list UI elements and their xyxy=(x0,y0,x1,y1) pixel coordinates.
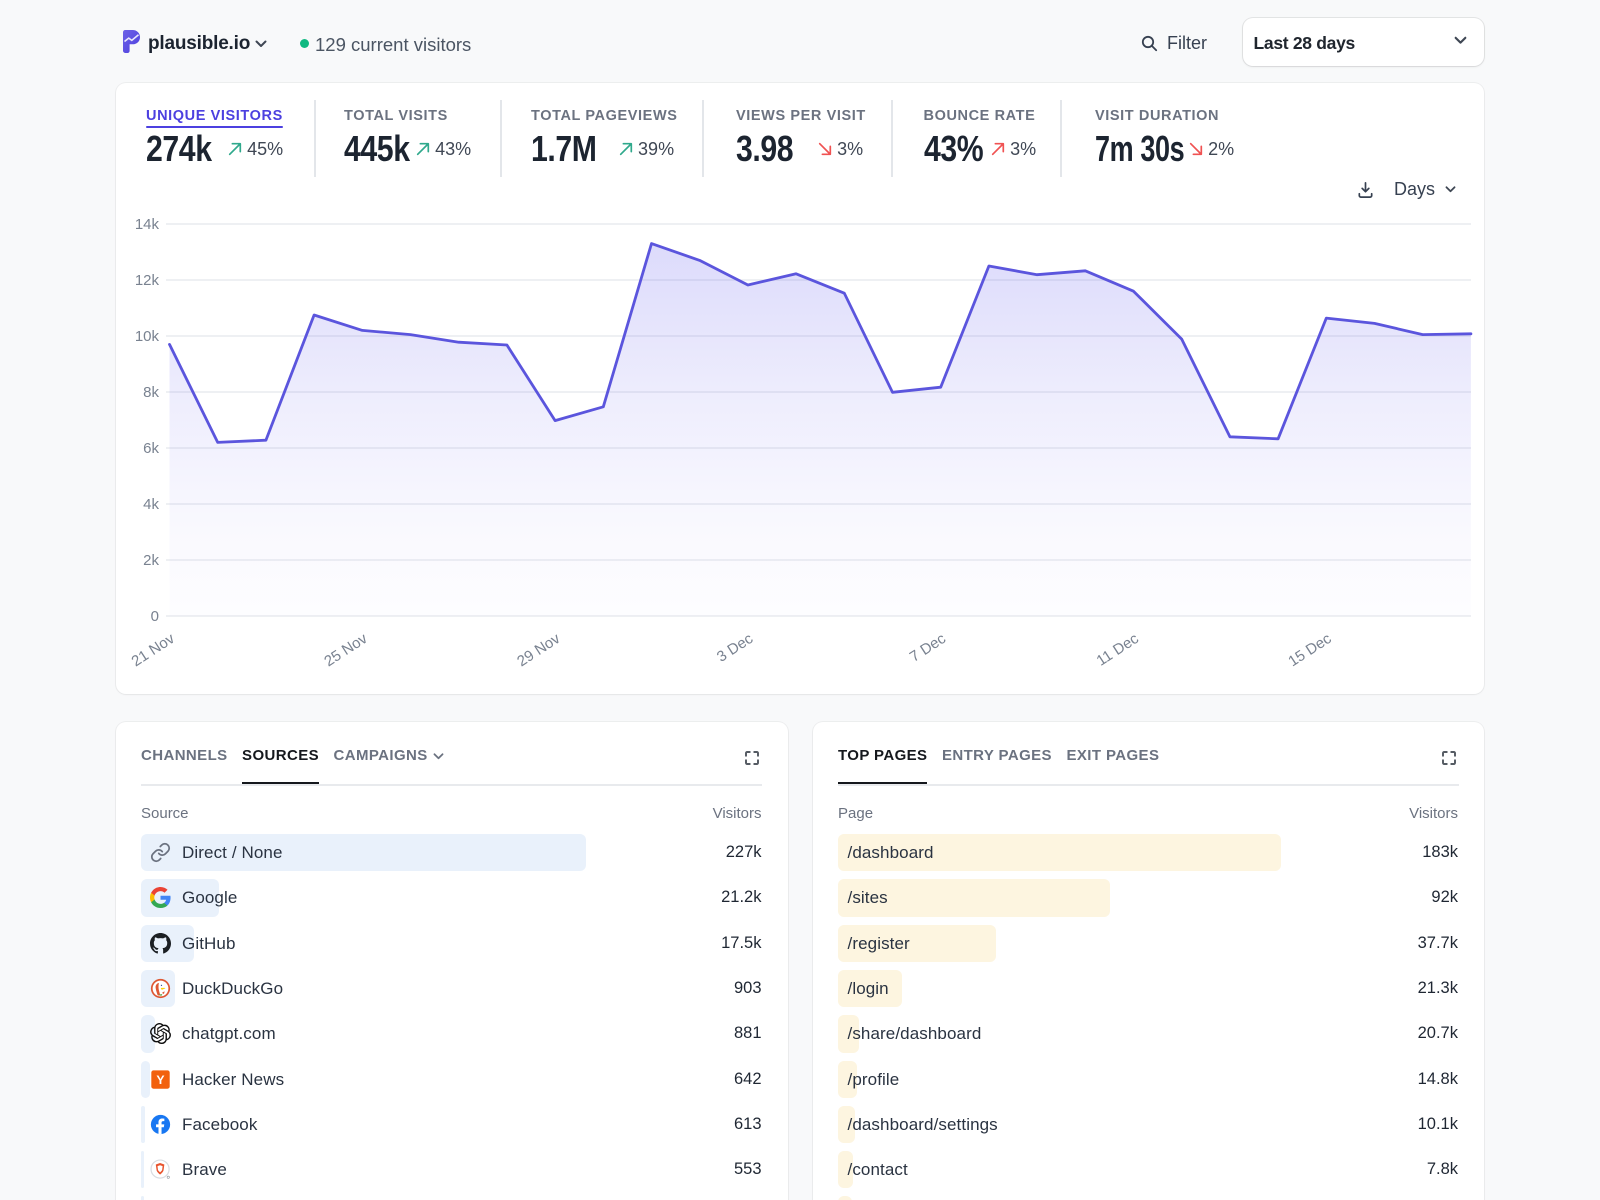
svg-text:15 Dec: 15 Dec xyxy=(1285,630,1335,670)
svg-text:0: 0 xyxy=(150,608,158,625)
svg-text:4k: 4k xyxy=(143,496,159,513)
svg-text:6k: 6k xyxy=(143,440,159,457)
svg-text:29 Nov: 29 Nov xyxy=(514,630,564,670)
svg-text:10k: 10k xyxy=(134,328,159,345)
svg-text:8k: 8k xyxy=(143,384,159,401)
svg-text:21 Nov: 21 Nov xyxy=(128,630,178,670)
svg-text:3 Dec: 3 Dec xyxy=(713,630,756,666)
svg-text:12k: 12k xyxy=(134,272,159,289)
svg-text:11 Dec: 11 Dec xyxy=(1093,630,1142,670)
svg-text:7 Dec: 7 Dec xyxy=(906,630,949,666)
svg-text:Y: Y xyxy=(156,1072,164,1086)
svg-text:2k: 2k xyxy=(143,552,159,569)
svg-text:14k: 14k xyxy=(134,216,159,233)
svg-text:25 Nov: 25 Nov xyxy=(321,630,371,670)
